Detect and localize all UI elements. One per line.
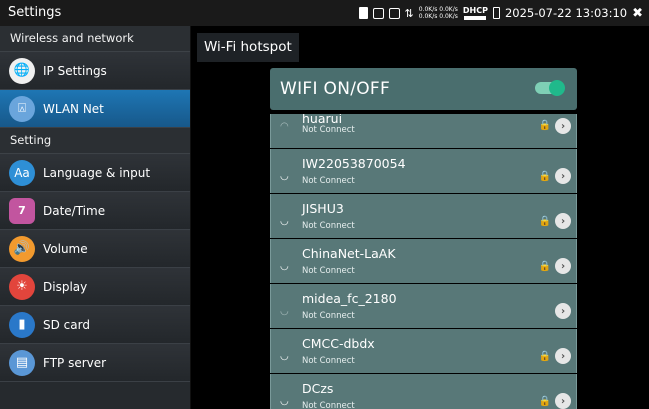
- network-speed: 0.0K/s 0.0K/s 0.0K/s 0.0K/s: [419, 6, 458, 20]
- network-status: Not Connect: [302, 356, 355, 366]
- wifi-signal-icon: ◠: [280, 121, 289, 132]
- sd-card-icon: ▮: [9, 311, 35, 338]
- wifi-signal-icon: ◡: [280, 261, 289, 272]
- status-bar: Settings ⇅ 0.0K/s 0.0K/s 0.0K/s 0.0K/s D…: [0, 0, 649, 26]
- network-status: Not Connect: [302, 266, 355, 276]
- section-header-setting: Setting: [0, 128, 190, 154]
- sidebar-item-ip-settings[interactable]: 🌐 IP Settings: [0, 52, 190, 90]
- globe-icon: 🌐: [9, 57, 35, 84]
- lock-icon: 🔒: [538, 171, 551, 182]
- sidebar-item-label: Display: [43, 279, 88, 294]
- network-list[interactable]: ◠ huarui Not Connect 🔒 › ◡ IW22053870054…: [270, 114, 577, 409]
- network-status: Not Connect: [302, 311, 355, 321]
- network-ssid: ChinaNet-LaAK: [302, 246, 396, 261]
- network-status: Not Connect: [302, 125, 355, 135]
- lock-icon: 🔒: [538, 261, 551, 272]
- sidebar-item-wlan-net[interactable]: ⍓ WLAN Net: [0, 90, 190, 128]
- chevron-right-icon[interactable]: ›: [555, 393, 571, 409]
- sidebar-item-label: SD card: [43, 317, 90, 332]
- network-status: Not Connect: [302, 401, 355, 409]
- sidebar-item-ftp-server[interactable]: ▤ FTP server: [0, 344, 190, 382]
- wifi-signal-icon: ◡: [280, 216, 289, 227]
- toggle-knob: [549, 80, 565, 96]
- wifi-toggle-row[interactable]: WIFI ON/OFF: [270, 68, 577, 110]
- lock-icon: 🔒: [538, 216, 551, 227]
- battery-icon: [492, 7, 500, 19]
- wifi-toggle-switch[interactable]: [535, 80, 565, 96]
- chevron-right-icon[interactable]: ›: [555, 213, 571, 229]
- network-ssid: IW22053870054: [302, 156, 406, 171]
- sidebar-item-label: Language & input: [43, 165, 151, 180]
- sidebar-item-label: WLAN Net: [43, 101, 104, 116]
- network-item[interactable]: ◡ JISHU3 Not Connect 🔒 ›: [270, 194, 577, 238]
- chevron-right-icon[interactable]: ›: [555, 258, 571, 274]
- dhcp-bar-icon: [464, 15, 487, 20]
- settings-sidebar: Wireless and network 🌐 IP Settings ⍓ WLA…: [0, 26, 191, 409]
- clock: 2025-07-22 13:03:10: [504, 6, 628, 20]
- close-button[interactable]: ✖: [632, 6, 643, 21]
- app-title: Settings: [8, 5, 62, 20]
- section-header-network: Wireless and network: [0, 26, 190, 52]
- storage-icon: [388, 7, 400, 19]
- lock-icon: 🔒: [538, 396, 551, 407]
- network-item[interactable]: ◡ midea_fc_2180 Not Connect ›: [270, 284, 577, 328]
- language-icon: Aa: [9, 159, 35, 186]
- sidebar-item-date-time[interactable]: 7 Date/Time: [0, 192, 190, 230]
- network-ssid: DCzs: [302, 381, 334, 396]
- sidebar-item-label: FTP server: [43, 355, 107, 370]
- network-ssid: CMCC-dbdx: [302, 336, 375, 351]
- brightness-icon: ☀: [9, 273, 35, 300]
- wifi-toggle-label: WIFI ON/OFF: [280, 79, 391, 99]
- sim-icon: [358, 7, 368, 19]
- speed-line-1: 0.0K/s 0.0K/s: [418, 6, 458, 13]
- traffic-arrows-icon: ⇅: [404, 6, 414, 20]
- status-icons: ⇅ 0.0K/s 0.0K/s 0.0K/s 0.0K/s DHCP 2025-…: [358, 4, 643, 22]
- wifi-antenna-icon: ⍓: [9, 95, 35, 122]
- network-item[interactable]: ◡ ChinaNet-LaAK Not Connect 🔒 ›: [270, 239, 577, 283]
- network-ssid: JISHU3: [302, 201, 344, 216]
- chevron-right-icon[interactable]: ›: [555, 168, 571, 184]
- sidebar-item-sd-card[interactable]: ▮ SD card: [0, 306, 190, 344]
- sidebar-item-label: Volume: [43, 241, 88, 256]
- wifi-signal-icon: ◡: [280, 351, 289, 362]
- speed-line-2: 0.0K/s 0.0K/s: [418, 13, 458, 20]
- wifi-signal-icon: ◡: [280, 171, 289, 182]
- network-ssid: midea_fc_2180: [302, 291, 397, 306]
- sidebar-item-display[interactable]: ☀ Display: [0, 268, 190, 306]
- dhcp-indicator: DHCP: [462, 5, 488, 20]
- network-status: Not Connect: [302, 176, 355, 186]
- chevron-right-icon[interactable]: ›: [555, 118, 571, 134]
- lock-icon: 🔒: [538, 351, 551, 362]
- wifi-signal-icon: ◡: [280, 396, 289, 407]
- chevron-right-icon[interactable]: ›: [555, 303, 571, 319]
- calendar-icon: 7: [9, 197, 35, 224]
- network-status: Not Connect: [302, 221, 355, 231]
- page-title: Wi-Fi hotspot: [197, 33, 299, 62]
- sidebar-item-language[interactable]: Aa Language & input: [0, 154, 190, 192]
- screenshot-icon: [372, 7, 384, 19]
- network-item[interactable]: ◠ huarui Not Connect 🔒 ›: [270, 114, 577, 148]
- network-item[interactable]: ◡ IW22053870054 Not Connect 🔒 ›: [270, 149, 577, 193]
- chevron-right-icon[interactable]: ›: [555, 348, 571, 364]
- ftp-folder-icon: ▤: [9, 349, 35, 376]
- dhcp-label: DHCP: [462, 5, 488, 15]
- lock-icon: 🔒: [538, 120, 551, 131]
- network-item[interactable]: ◡ DCzs Not Connect 🔒 ›: [270, 374, 577, 409]
- network-item[interactable]: ◡ CMCC-dbdx Not Connect 🔒 ›: [270, 329, 577, 373]
- speaker-icon: 🔊: [9, 235, 35, 262]
- sidebar-item-label: Date/Time: [43, 203, 106, 218]
- sidebar-item-volume[interactable]: 🔊 Volume: [0, 230, 190, 268]
- wifi-signal-icon: ◡: [280, 306, 289, 317]
- sidebar-item-label: IP Settings: [43, 63, 107, 78]
